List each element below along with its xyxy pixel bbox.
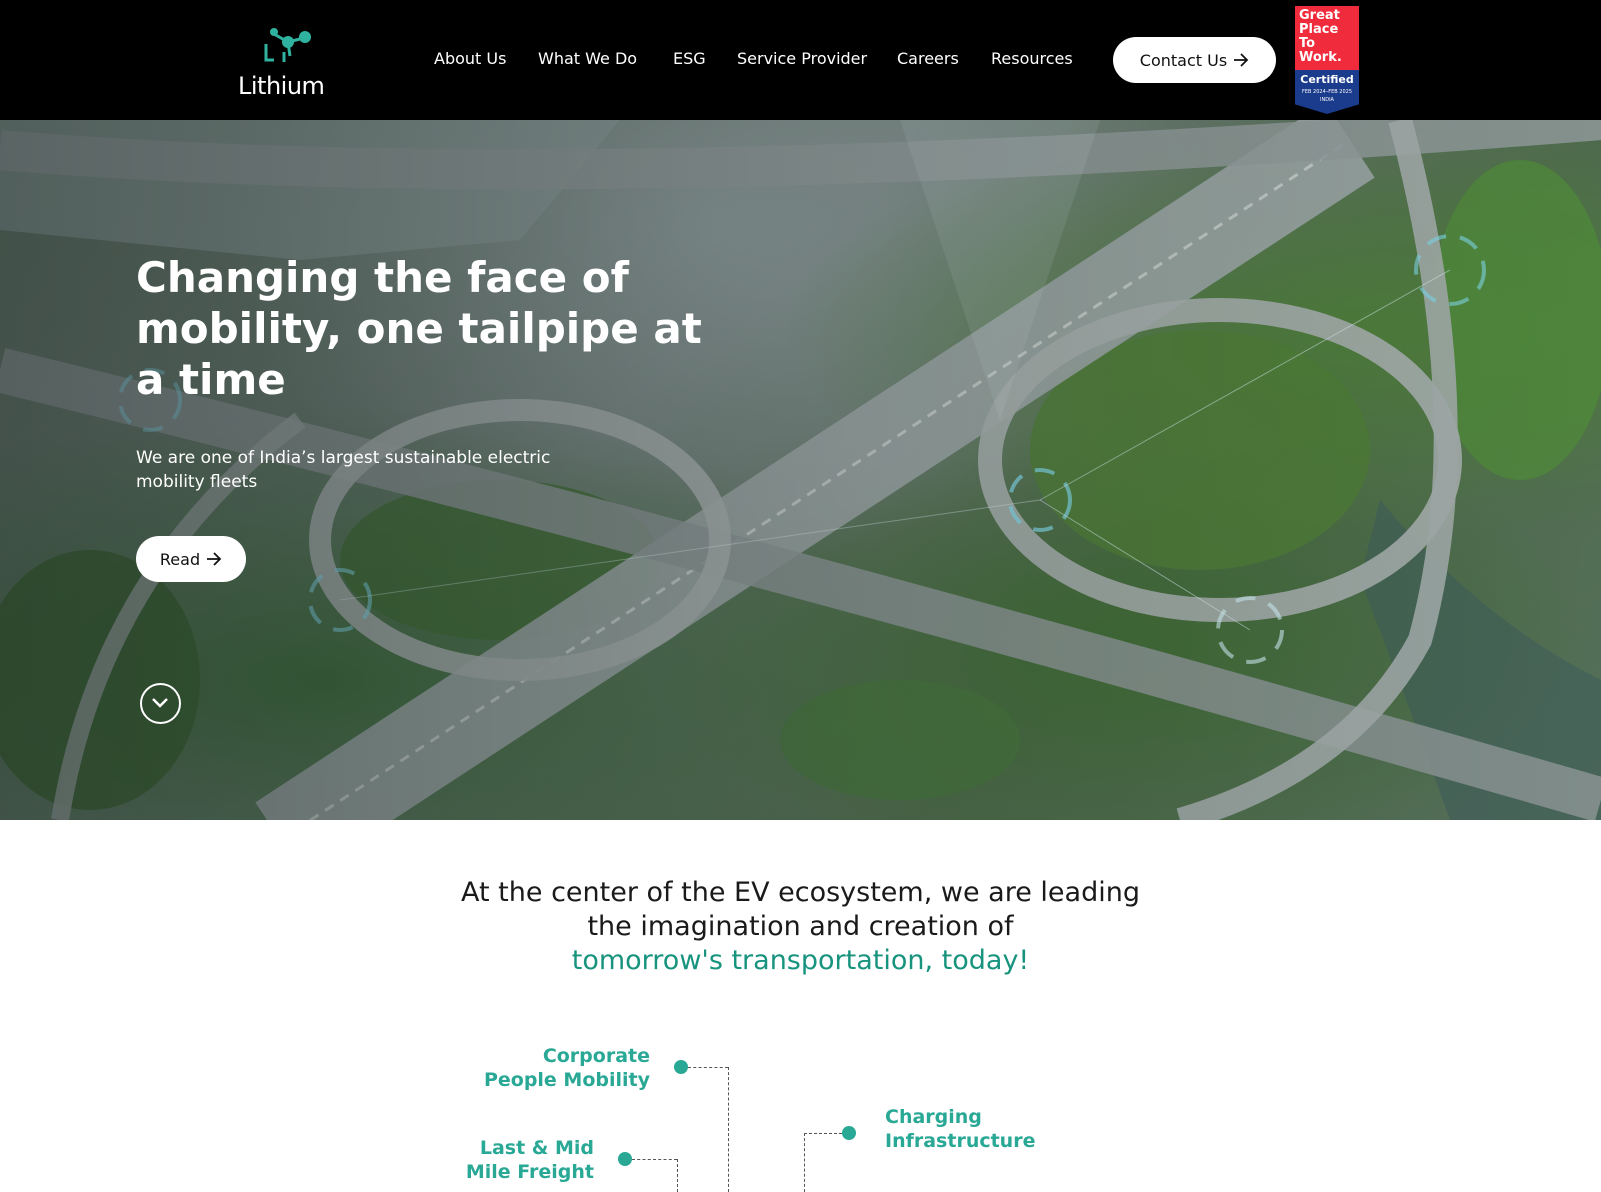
freight-connector-v — [677, 1159, 678, 1192]
nav-careers[interactable]: Careers — [897, 49, 959, 68]
great-place-to-work-badge: Great Place To Work. Certified FEB 2024–… — [1295, 6, 1359, 114]
read-button[interactable]: Read — [136, 536, 246, 582]
charging-node-dot — [842, 1126, 856, 1140]
corporate-connector-v — [728, 1067, 729, 1192]
nav-resources[interactable]: Resources — [991, 49, 1073, 68]
corporate-node-dot — [674, 1060, 688, 1074]
mission-line-2: the imagination and creation of — [587, 911, 1014, 942]
read-label: Read — [159, 549, 201, 569]
chevron-down-icon — [152, 698, 168, 708]
ecosystem-corporate-people-mobility: Corporate People Mobility — [483, 1045, 650, 1091]
arrow-right-icon — [1234, 53, 1249, 67]
mission-statement: At the center of the EV ecosystem, we ar… — [0, 876, 1601, 978]
arrow-right-icon — [207, 552, 222, 566]
mission-accent-line: tomorrow's transportation, today! — [571, 945, 1030, 976]
mission-line-1: At the center of the EV ecosystem, we ar… — [461, 877, 1140, 908]
nav-service-provider[interactable]: Service Provider — [737, 49, 867, 68]
hero-subtitle: We are one of India’s largest sustainabl… — [136, 448, 551, 492]
logo-molecule-icon — [264, 28, 311, 62]
contact-us-label: Contact Us — [1139, 50, 1228, 70]
logo-wordmark: Lithium — [238, 72, 325, 100]
nav-what-we-do[interactable]: What We Do — [538, 49, 637, 68]
corporate-connector-h — [688, 1067, 728, 1068]
hero-title: Changing the face of mobility, one tailp… — [136, 253, 702, 404]
badge-top: Great Place To Work. — [1295, 6, 1359, 70]
lithium-logo[interactable]: Lithium — [238, 22, 328, 102]
site-header: Lithium About Us What We Do ESG Service … — [0, 0, 1601, 120]
freight-connector-h — [632, 1159, 677, 1160]
charging-connector-v — [804, 1133, 805, 1192]
contact-us-button[interactable]: Contact Us — [1113, 37, 1276, 83]
nav-about-us[interactable]: About Us — [434, 49, 506, 68]
ecosystem-last-mid-mile-freight: Last & Mid Mile Freight — [465, 1137, 594, 1183]
nav-esg[interactable]: ESG — [673, 49, 706, 68]
charging-connector-h — [804, 1133, 842, 1134]
freight-node-dot — [618, 1152, 632, 1166]
badge-bottom: Certified FEB 2024–FEB 2025 INDIA — [1295, 70, 1359, 114]
ecosystem-charging-infrastructure: Charging Infrastructure — [885, 1106, 1036, 1152]
scroll-down-button[interactable] — [140, 683, 181, 724]
